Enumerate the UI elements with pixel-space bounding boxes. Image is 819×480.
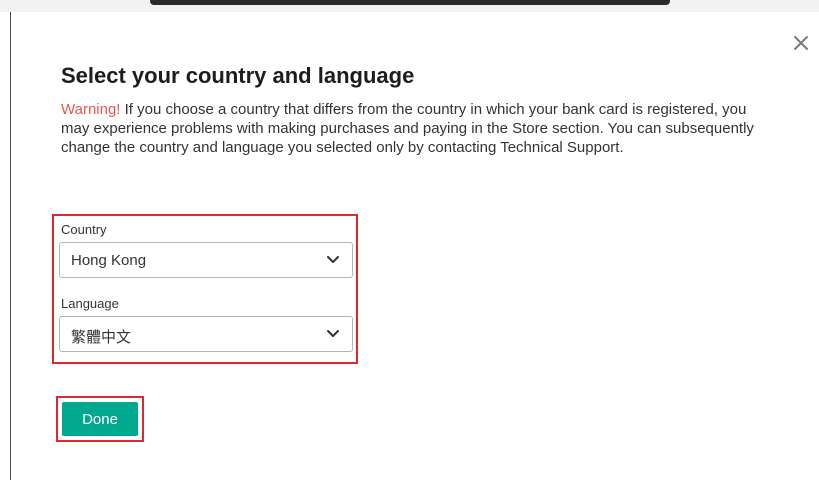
language-label: Language: [61, 296, 119, 311]
warning-text: If you choose a country that differs fro…: [61, 101, 754, 156]
language-value: 繁體中文: [71, 329, 132, 346]
country-select[interactable]: Hong Kong: [59, 242, 353, 278]
country-label: Country: [61, 222, 107, 237]
background-strip: [0, 0, 819, 12]
done-button[interactable]: Done: [62, 402, 138, 436]
close-button[interactable]: [784, 26, 818, 60]
language-select[interactable]: 繁體中文: [59, 316, 353, 352]
warning-label: Warning!: [61, 101, 121, 118]
background-bar: [150, 0, 670, 5]
chevron-down-icon: [327, 330, 339, 337]
dialog-title: Select your country and language: [61, 63, 415, 88]
selection-fields-highlight: Country Hong Kong Language 繁體中文: [52, 214, 358, 364]
done-button-highlight: Done: [56, 396, 144, 442]
country-value: Hong Kong: [71, 252, 147, 269]
close-icon: [794, 36, 808, 50]
warning-message: Warning! If you choose a country that di…: [61, 100, 761, 157]
chevron-down-icon: [327, 256, 339, 263]
